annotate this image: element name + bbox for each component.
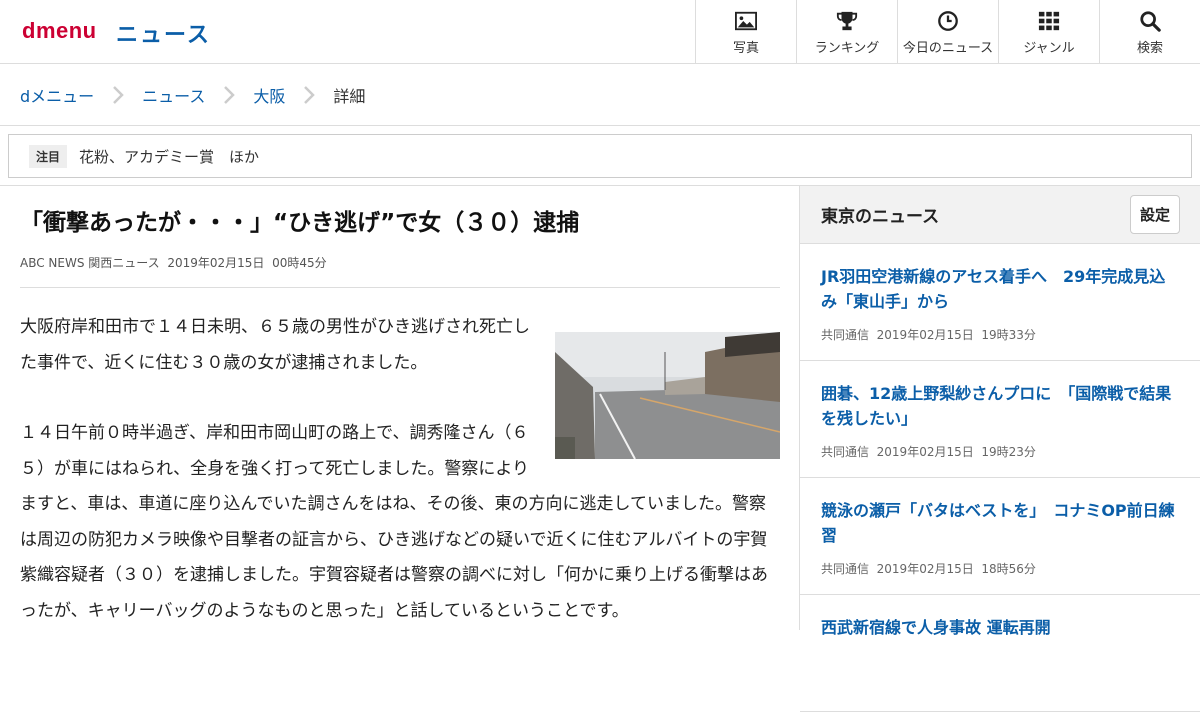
article-date: 2019年02月15日 <box>167 256 265 270</box>
nav-genre[interactable]: ジャンル <box>998 0 1099 63</box>
nav-photo[interactable]: 写真 <box>695 0 796 63</box>
news-item-time: 19時33分 <box>981 328 1036 342</box>
nav-today-news-label: 今日のニュース <box>902 41 994 56</box>
news-item-date: 2019年02月15日 <box>876 328 974 342</box>
news-item-source: 共同通信 <box>821 445 870 459</box>
site-header: dmenu ニュース 写真 ランキング 今日のニュース ジャンル 検索 <box>0 0 1200 64</box>
news-item-title[interactable]: 競泳の瀬戸「バタはベストを」 コナミOP前日練習 <box>821 498 1180 548</box>
article-source: ABC NEWS 関西ニュース <box>20 256 160 270</box>
dmenu-logo[interactable]: dmenu <box>22 18 97 44</box>
search-icon <box>1140 11 1161 32</box>
news-item[interactable]: 競泳の瀬戸「バタはベストを」 コナミOP前日練習 共同通信 2019年02月15… <box>800 478 1200 595</box>
article-time: 00時45分 <box>272 256 327 270</box>
breadcrumb-news[interactable]: ニュース <box>142 83 205 107</box>
news-item-meta: 共同通信 2019年02月15日 18時56分 <box>821 560 1180 577</box>
news-item-meta: 共同通信 2019年02月15日 19時33分 <box>821 326 1180 343</box>
attention-badge: 注目 <box>29 144 68 168</box>
chevron-right-icon <box>94 85 142 104</box>
news-item-source: 共同通信 <box>821 328 870 342</box>
nav-ranking-label: ランキング <box>814 41 880 56</box>
breadcrumb-dmenu[interactable]: dメニュー <box>20 83 94 107</box>
article-title: 「衝撃あったが・・・」“ひき逃げ”で女（３０）逮捕 <box>20 210 580 236</box>
breadcrumb-current: 詳細 <box>333 86 366 106</box>
sidebar-header: 東京のニュース 設定 <box>800 186 1200 244</box>
news-item-source: 共同通信 <box>821 562 870 576</box>
news-item-title[interactable]: 西武新宿線で人身事故 運転再開 <box>821 615 1180 640</box>
chevron-right-icon <box>205 85 253 104</box>
news-item-title[interactable]: 囲碁、12歳上野梨紗さんプロに 「国際戦で結果を残したい」 <box>821 381 1180 431</box>
nav-search[interactable]: 検索 <box>1099 0 1200 63</box>
image-icon <box>735 11 757 31</box>
article-meta: ABC NEWS 関西ニュース 2019年02月15日 00時45分 <box>20 254 780 271</box>
chevron-right-icon <box>285 85 333 104</box>
news-item[interactable]: JR羽田空港新線のアセス着手へ 29年完成見込み「東山手」から 共同通信 201… <box>800 244 1200 361</box>
news-item-meta: 共同通信 2019年02月15日 19時23分 <box>821 443 1180 460</box>
sidebar: 東京のニュース 設定 JR羽田空港新線のアセス着手へ 29年完成見込み「東山手」… <box>799 186 1200 712</box>
news-item-date: 2019年02月15日 <box>876 445 974 459</box>
settings-button[interactable]: 設定 <box>1129 195 1180 234</box>
breadcrumb: dメニュー ニュース 大阪 詳細 <box>0 64 1200 126</box>
news-item-date: 2019年02月15日 <box>876 562 974 576</box>
article-body: 大阪府岸和田市で１４日未明、６５歳の男性がひき逃げされ死亡した事件で、近くに住む… <box>20 310 780 629</box>
nav-search-label: 検索 <box>1136 41 1163 56</box>
section-title[interactable]: ニュース <box>116 17 211 49</box>
header-nav: 写真 ランキング 今日のニュース ジャンル 検索 <box>695 0 1200 63</box>
attention-text[interactable]: 花粉、アカデミー賞 ほか <box>79 146 259 167</box>
news-list: JR羽田空港新線のアセス着手へ 29年完成見込み「東山手」から 共同通信 201… <box>800 244 1200 712</box>
grid-icon <box>1038 11 1060 31</box>
divider <box>20 287 780 288</box>
breadcrumb-osaka[interactable]: 大阪 <box>253 83 285 107</box>
nav-genre-label: ジャンル <box>1023 41 1075 56</box>
article: 「衝撃あったが・・・」“ひき逃げ”で女（３０）逮捕 ABC NEWS 関西ニュー… <box>20 186 780 629</box>
news-item-title[interactable]: JR羽田空港新線のアセス着手へ 29年完成見込み「東山手」から <box>821 264 1180 314</box>
trophy-icon <box>836 11 858 31</box>
article-photo[interactable] <box>555 332 780 459</box>
news-item[interactable]: 囲碁、12歳上野梨紗さんプロに 「国際戦で結果を残したい」 共同通信 2019年… <box>800 361 1200 478</box>
attention-bar[interactable]: 注目 花粉、アカデミー賞 ほか <box>8 134 1192 178</box>
nav-today-news[interactable]: 今日のニュース <box>897 0 998 63</box>
nav-ranking[interactable]: ランキング <box>796 0 897 63</box>
nav-photo-label: 写真 <box>732 41 759 56</box>
news-item-time: 19時23分 <box>981 445 1036 459</box>
clock-icon <box>938 11 958 31</box>
news-item-time: 18時56分 <box>981 562 1036 576</box>
news-item[interactable]: 西武新宿線で人身事故 運転再開 <box>800 595 1200 712</box>
sidebar-title: 東京のニュース <box>821 207 940 227</box>
